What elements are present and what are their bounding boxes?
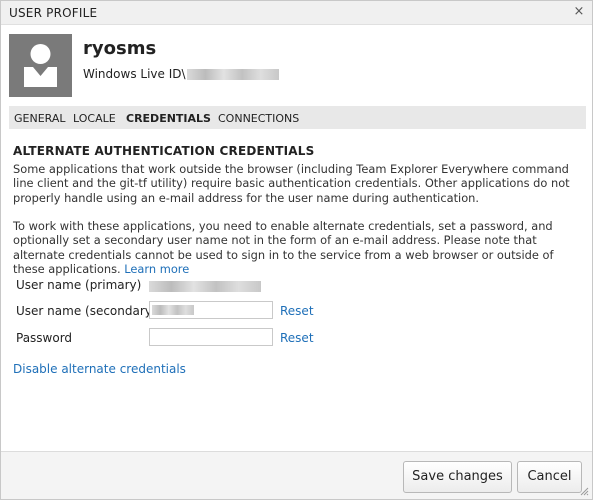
tab-general[interactable]: GENERAL: [14, 112, 66, 125]
instructions-text: To work with these applications, you nee…: [13, 219, 554, 277]
redacted-primary-username: [149, 281, 261, 292]
profile-display-name: ryosms: [83, 38, 157, 59]
secondary-username-label: User name (secondary): [16, 304, 157, 318]
avatar: [9, 34, 72, 97]
secondary-username-reset-link[interactable]: Reset: [280, 304, 314, 318]
section-heading: ALTERNATE AUTHENTICATION CREDENTIALS: [13, 144, 315, 158]
user-profile-dialog: USER PROFILE × ryosms Windows Live ID\ G…: [0, 0, 593, 500]
password-reset-link[interactable]: Reset: [280, 331, 314, 345]
title-bar: USER PROFILE ×: [1, 1, 592, 25]
dialog-title: USER PROFILE: [9, 6, 98, 20]
tab-credentials[interactable]: CREDENTIALS: [126, 112, 211, 125]
account-prefix: Windows Live ID\: [83, 67, 186, 81]
learn-more-link[interactable]: Learn more: [124, 262, 189, 276]
resize-grip-icon[interactable]: [579, 486, 589, 496]
redacted-secondary-username: [152, 305, 194, 315]
cancel-button[interactable]: Cancel: [517, 461, 582, 493]
user-silhouette-icon: [24, 44, 57, 87]
instructions-paragraph: To work with these applications, you nee…: [13, 219, 585, 277]
disable-alternate-credentials-link[interactable]: Disable alternate credentials: [13, 362, 186, 376]
redacted-account-name: [186, 69, 279, 80]
close-icon[interactable]: ×: [572, 4, 586, 20]
password-label: Password: [16, 331, 73, 345]
save-changes-button[interactable]: Save changes: [403, 461, 512, 493]
dialog-footer: Save changes Cancel: [1, 451, 592, 499]
primary-username-label: User name (primary): [16, 278, 142, 292]
tab-locale[interactable]: LOCALE: [73, 112, 116, 125]
account-id: Windows Live ID\: [83, 67, 279, 81]
intro-paragraph: Some applications that work outside the …: [13, 162, 570, 205]
tab-bar: GENERAL LOCALE CREDENTIALS CONNECTIONS: [9, 106, 586, 129]
password-input[interactable]: [149, 328, 273, 346]
tab-connections[interactable]: CONNECTIONS: [218, 112, 299, 125]
